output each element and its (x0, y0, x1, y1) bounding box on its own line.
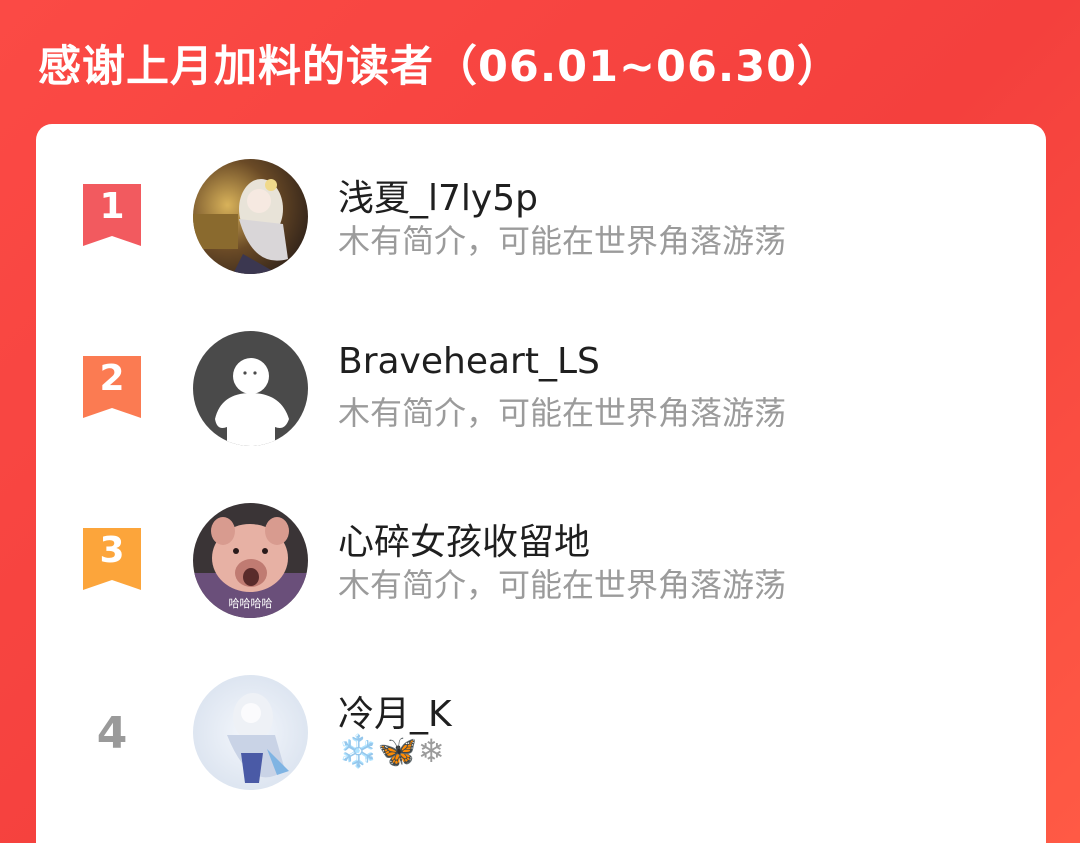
list-item[interactable]: 3 哈哈哈哈 心碎女孩收留地 木有简介，可能在世界角落游荡 (36, 498, 1046, 618)
rank-badge-2: 2 (83, 356, 141, 418)
reader-bio: 木有简介，可能在世界角落游荡 (338, 222, 787, 260)
list-item[interactable]: 4 冷月_K ❄️🦋❄ (36, 670, 1046, 790)
reader-name[interactable]: 心碎女孩收留地 (338, 513, 590, 565)
rank-number-4: 4 (96, 708, 128, 759)
reader-name[interactable]: Braveheart_LS (338, 341, 600, 382)
rank-badge-1: 1 (83, 184, 141, 246)
reader-list-card: 1 浅夏_l7ly5p 木有简介，可能在世界角落游荡 2 Braveheart_… (36, 124, 1046, 843)
avatar[interactable] (193, 331, 308, 446)
avatar[interactable]: 哈哈哈哈 (193, 503, 308, 618)
reader-name[interactable]: 浅夏_l7ly5p (338, 169, 538, 221)
list-item[interactable]: 2 Braveheart_LS 木有简介，可能在世界角落游荡 (36, 326, 1046, 446)
list-item[interactable]: 1 浅夏_l7ly5p 木有简介，可能在世界角落游荡 (36, 154, 1046, 274)
reader-bio: ❄️🦋❄ (338, 732, 445, 770)
reader-bio: 木有简介，可能在世界角落游荡 (338, 566, 787, 604)
avatar[interactable] (193, 675, 308, 790)
reader-name[interactable]: 冷月_K (338, 685, 452, 737)
rank-badge-3: 3 (83, 528, 141, 590)
page-title: 感谢上月加料的读者（06.01~06.30） (38, 42, 842, 92)
avatar[interactable] (193, 159, 308, 274)
reader-bio: 木有简介，可能在世界角落游荡 (338, 394, 787, 432)
avatar-caption: 哈哈哈哈 (228, 597, 273, 610)
